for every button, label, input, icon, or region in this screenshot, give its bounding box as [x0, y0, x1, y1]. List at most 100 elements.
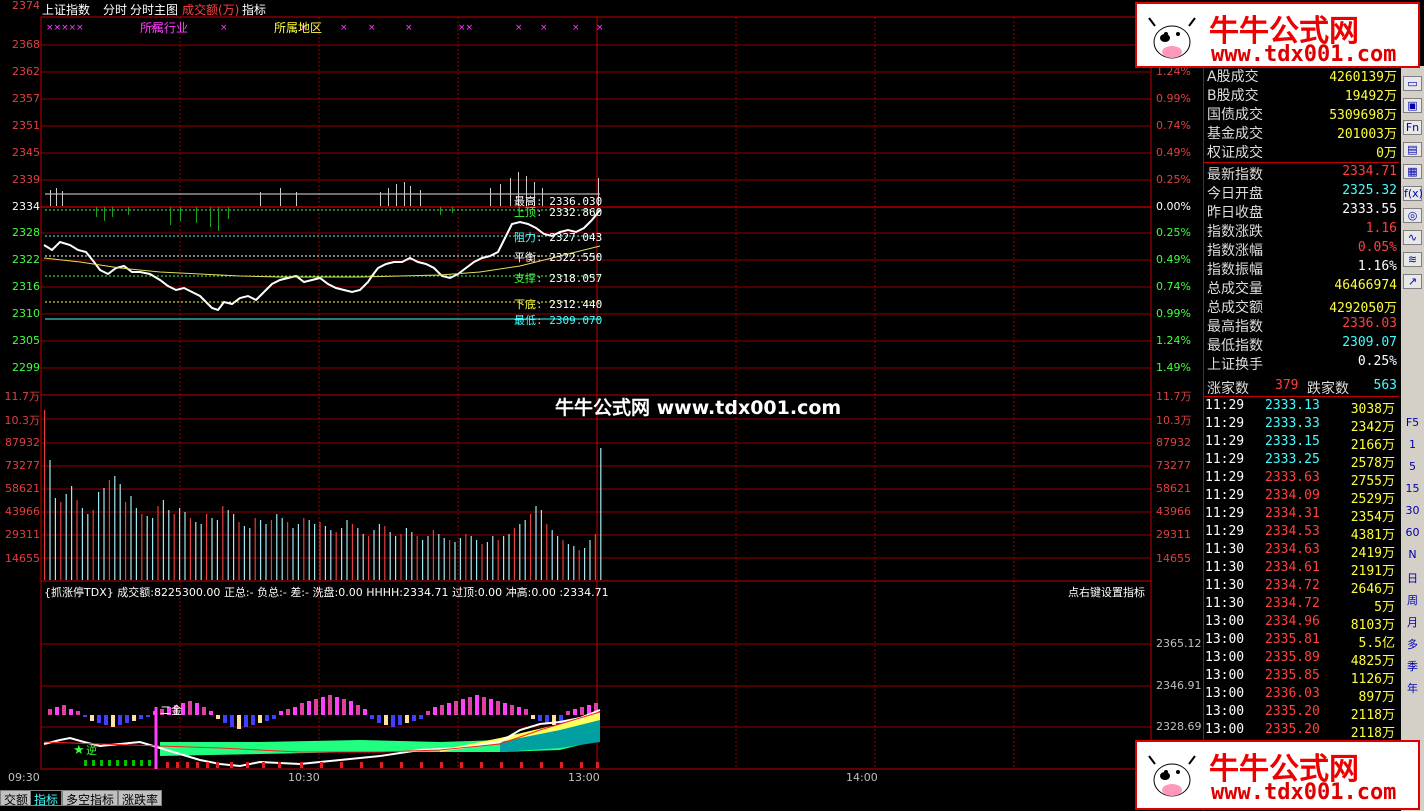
volume-bar [108, 480, 110, 580]
industry-label[interactable]: 所属行业 [140, 19, 188, 36]
toolbar-icon[interactable]: Fn [1403, 120, 1422, 135]
price-tick: 2310 [12, 307, 40, 320]
tick-row[interactable]: 11:29 2334.09 2529万 [1205, 488, 1397, 507]
tab-updown-rate[interactable]: 涨跌率 [118, 790, 163, 807]
indicator-bar [244, 715, 248, 727]
watermark-text: 牛牛公式网 www.tdx001.com [555, 397, 842, 419]
indicator-fu: 负总:- [257, 586, 287, 599]
period-button[interactable]: 15 [1403, 482, 1422, 495]
period-button[interactable]: 日 [1403, 570, 1422, 586]
toolbar-icon[interactable]: ▤ [1403, 142, 1422, 157]
tick-price: 2334.96 [1265, 614, 1320, 629]
pct-tick: 0.74% [1156, 119, 1191, 132]
toolbar-icon[interactable]: ◎ [1403, 208, 1422, 223]
pct-tick: 0.49% [1156, 253, 1191, 266]
tab-amount[interactable]: 交额 [0, 790, 33, 807]
tick-row[interactable]: 11:29 2333.13 3038万 [1205, 398, 1397, 417]
indicator-bar [398, 715, 402, 725]
tick-row[interactable]: 13:00 2334.96 8103万 [1205, 614, 1397, 633]
tick-row[interactable]: 11:30 2334.61 2191万 [1205, 560, 1397, 579]
period-button[interactable]: N [1403, 548, 1422, 561]
ad-banner-bottom[interactable]: 牛牛公式网 www.tdx001.com [1135, 740, 1420, 810]
tick-time: 11:30 [1205, 542, 1245, 557]
tick-row[interactable]: 11:29 2333.15 2166万 [1205, 434, 1397, 453]
toolbar-icon[interactable]: ▣ [1403, 98, 1422, 113]
indicator-settings-hint[interactable]: 点右键设置指标 [1068, 584, 1145, 600]
down-count: 563 [1373, 378, 1397, 393]
period-button[interactable]: 多 [1403, 636, 1422, 652]
tick-row[interactable]: 13:00 2335.81 5.5亿 [1205, 632, 1397, 651]
volume-bar [297, 524, 299, 580]
tick-vol: 4825万 [1350, 654, 1395, 669]
toolbar-icon[interactable]: ▦ [1403, 164, 1422, 179]
period-button[interactable]: 1 [1403, 438, 1422, 451]
stat-label: 总成交额 [1207, 300, 1263, 316]
stat-label: 昨日收盘 [1207, 205, 1263, 221]
stat-row: 最高指数 2336.03 [1207, 316, 1397, 335]
tick-price: 2333.13 [1265, 398, 1320, 413]
tick-row[interactable]: 11:29 2333.63 2755万 [1205, 470, 1397, 489]
indicator-bar [475, 695, 479, 715]
volume-bar [513, 528, 515, 580]
tick-row[interactable]: 11:30 2334.63 2419万 [1205, 542, 1397, 561]
vol-tick: 58621 [1156, 482, 1191, 495]
svg-text:×: × [596, 23, 604, 33]
toolbar-icon[interactable]: ∿ [1403, 230, 1422, 245]
indicator-bar [188, 701, 192, 715]
tick-vol: 897万 [1358, 690, 1395, 705]
indicator-name[interactable]: {抓涨停TDX} [44, 586, 114, 599]
period-button[interactable]: F5 [1403, 416, 1422, 429]
tick-row[interactable]: 13:00 2335.89 4825万 [1205, 650, 1397, 669]
indicator-bar [377, 715, 381, 723]
volume-bar [303, 518, 305, 580]
toolbar-icon[interactable]: f(x) [1403, 186, 1423, 201]
vol-tick: 43966 [5, 505, 40, 518]
period-button[interactable]: 年 [1403, 680, 1422, 696]
level-label-low: 最低: 2309.070 [514, 314, 603, 327]
tick-row[interactable]: 13:00 2335.85 1126万 [1205, 668, 1397, 687]
vol-tick: 87932 [5, 436, 40, 449]
volume-bar [341, 528, 343, 580]
period-button[interactable]: 30 [1403, 504, 1422, 517]
tick-row[interactable]: 11:29 2334.31 2354万 [1205, 506, 1397, 525]
tick-row[interactable]: 13:00 2336.03 897万 [1205, 686, 1397, 705]
tick-row[interactable]: 13:00 2335.20 2118万 [1205, 722, 1397, 741]
tick-row[interactable]: 11:30 2334.72 2646万 [1205, 578, 1397, 597]
toolbar-icon[interactable]: ▭ [1403, 76, 1422, 91]
volume-bar [476, 540, 478, 580]
period-button[interactable]: 60 [1403, 526, 1422, 539]
region-label[interactable]: 所属地区 [274, 19, 322, 36]
tick-row[interactable]: 11:29 2333.25 2578万 [1205, 452, 1397, 471]
volume-bar [189, 518, 191, 580]
period-button[interactable]: 月 [1403, 614, 1422, 630]
indicator-bar [482, 697, 486, 715]
price-tick: 2351 [12, 119, 40, 132]
vol-tick: 11.7万 [1156, 390, 1192, 403]
volume-bar [81, 508, 83, 580]
ni-star-icon: ★ [73, 743, 85, 758]
volume-bar [265, 524, 267, 580]
tick-row[interactable]: 11:30 2334.72 5万 [1205, 596, 1397, 615]
tab-longshort[interactable]: 多空指标 [62, 790, 119, 807]
indicator-bar [55, 707, 59, 715]
volume-bar [567, 544, 569, 580]
indicator-bar [97, 715, 101, 723]
tick-row[interactable]: 11:29 2334.53 4381万 [1205, 524, 1397, 543]
volume-bar [141, 514, 143, 580]
tick-row[interactable]: 11:29 2333.33 2342万 [1205, 416, 1397, 435]
ad-banner-top[interactable]: 牛牛公式网 www.tdx001.com [1135, 2, 1420, 68]
tab-indicator[interactable]: 指标 [30, 790, 63, 807]
level-label-bottom: 下底: 2312.440 [514, 298, 603, 311]
volume-bar [357, 528, 359, 580]
vol-tick: 14655 [1156, 552, 1191, 565]
volume-bar [184, 512, 186, 580]
tick-time: 13:00 [1205, 722, 1245, 737]
period-button[interactable]: 季 [1403, 658, 1422, 674]
period-button[interactable]: 5 [1403, 460, 1422, 473]
toolbar-icon[interactable]: ↗ [1403, 274, 1422, 289]
volume-bar [508, 534, 510, 580]
toolbar-icon[interactable]: ≋ [1403, 252, 1422, 267]
period-button[interactable]: 周 [1403, 592, 1422, 608]
tick-row[interactable]: 13:00 2335.20 2118万 [1205, 704, 1397, 723]
stat-label: A股成交 [1207, 69, 1259, 85]
